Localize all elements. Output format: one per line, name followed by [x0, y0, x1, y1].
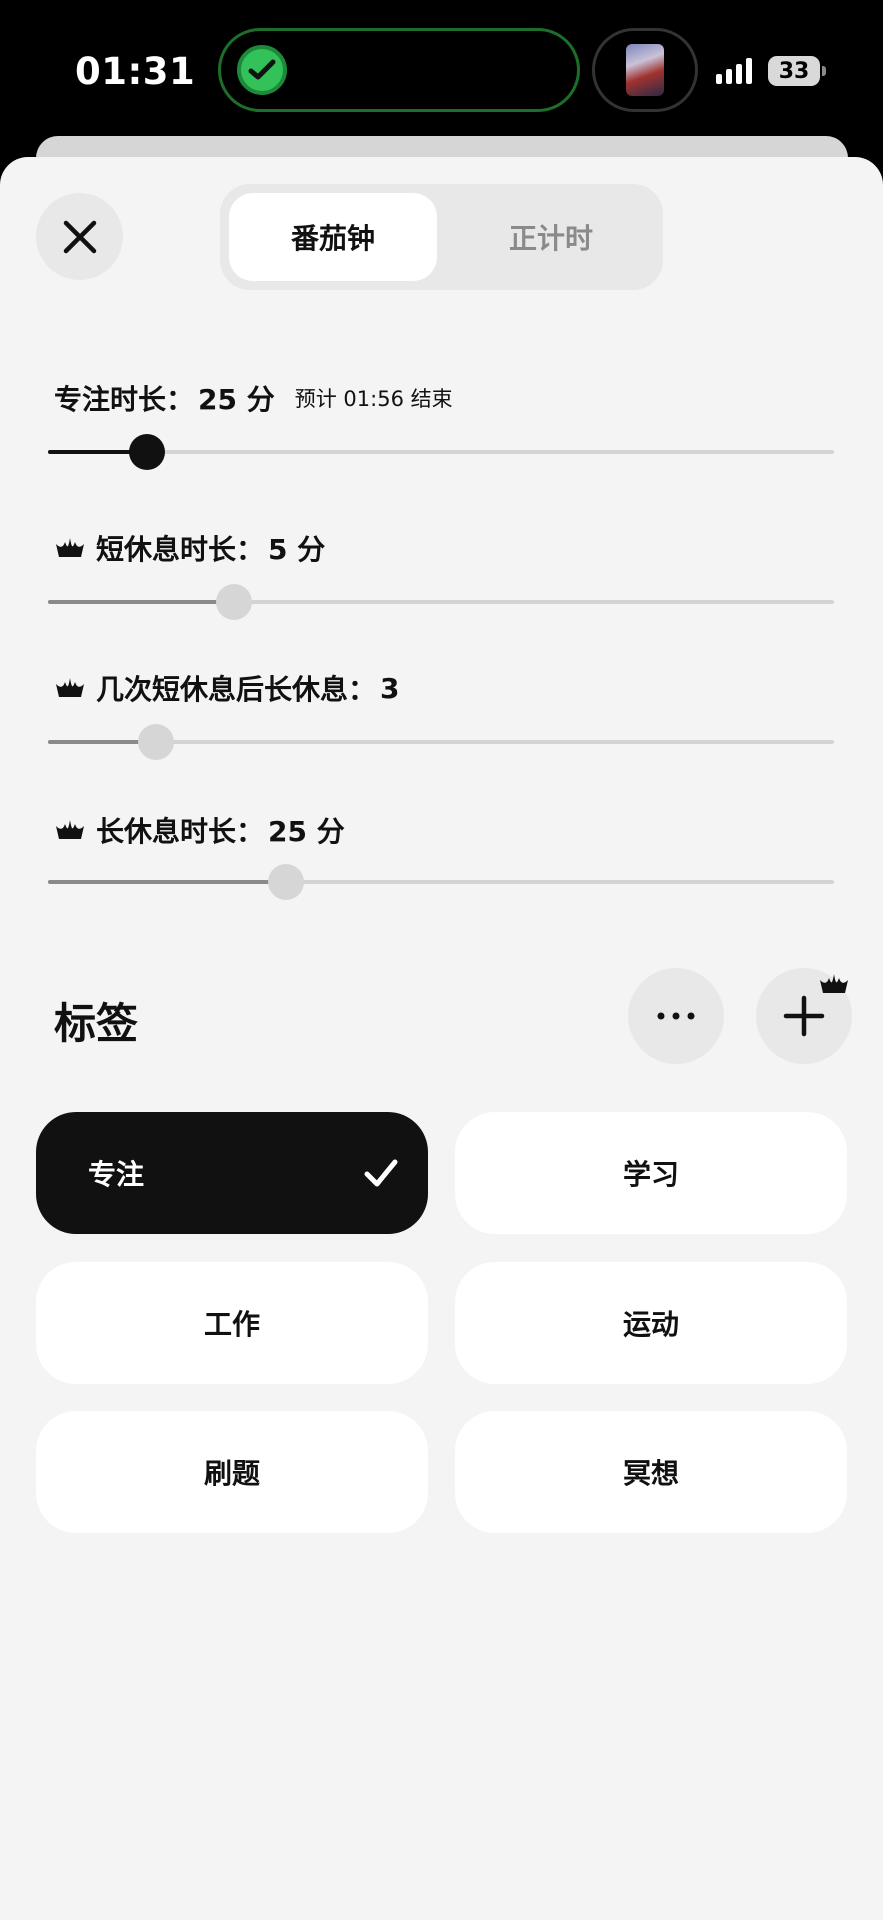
rounds-label: 几次短休息后长休息： 3 — [54, 668, 400, 708]
more-options-button[interactable] — [628, 968, 724, 1064]
focus-duration-label: 专注时长： 25 分 预计 01:56 结束 — [54, 378, 453, 418]
cellular-signal-icon — [716, 58, 752, 84]
long-break-label: 长休息时长： 25 分 — [54, 810, 345, 850]
album-art — [626, 44, 664, 96]
long-break-slider-thumb[interactable] — [268, 864, 304, 900]
focus-slider-thumb[interactable] — [129, 434, 165, 470]
short-break-label-text: 短休息时长： — [96, 533, 265, 566]
long-break-label-text: 长休息时长： — [96, 815, 265, 848]
rounds-value: 3 — [380, 671, 400, 705]
tag-focus[interactable]: 专注 — [36, 1112, 428, 1234]
focus-duration-slider[interactable] — [48, 450, 834, 454]
tag-meditation[interactable]: 冥想 — [455, 1411, 847, 1533]
short-break-slider[interactable] — [48, 600, 834, 604]
tags-heading: 标签 — [54, 999, 139, 1048]
short-break-slider-fill — [48, 600, 234, 604]
tab-stopwatch[interactable]: 正计时 — [447, 193, 655, 281]
premium-crown-icon — [820, 974, 848, 993]
plus-icon — [783, 995, 825, 1037]
short-break-slider-thumb[interactable] — [216, 584, 252, 620]
crown-icon — [56, 678, 84, 697]
status-time: 01:31 — [75, 50, 196, 93]
more-icon — [657, 1012, 695, 1020]
now-playing-island[interactable] — [592, 28, 698, 112]
tag-exercise[interactable]: 运动 — [455, 1262, 847, 1384]
crown-icon — [56, 538, 84, 557]
dynamic-island[interactable] — [218, 28, 580, 112]
tag-work[interactable]: 工作 — [36, 1262, 428, 1384]
activity-check-icon — [237, 45, 287, 95]
close-button[interactable] — [36, 193, 123, 280]
focus-label-text: 专注时长： — [54, 383, 195, 416]
long-break-value: 25 分 — [268, 815, 345, 848]
tag-study[interactable]: 学习 — [455, 1112, 847, 1234]
battery-icon: 33 — [768, 56, 820, 86]
rounds-slider-thumb[interactable] — [138, 724, 174, 760]
checkmark-icon — [364, 1159, 398, 1187]
mode-segmented-control: 番茄钟 正计时 — [220, 184, 663, 290]
focus-value: 25 分 — [198, 383, 275, 416]
long-break-slider[interactable] — [48, 880, 834, 884]
tag-practice[interactable]: 刷题 — [36, 1411, 428, 1533]
long-break-slider-fill — [48, 880, 286, 884]
focus-end-estimate: 预计 01:56 结束 — [294, 387, 453, 411]
close-icon — [63, 220, 96, 253]
rounds-label-text: 几次短休息后长休息： — [96, 673, 377, 706]
crown-icon — [56, 820, 84, 839]
tag-label: 专注 — [88, 1158, 145, 1191]
short-break-label: 短休息时长： 5 分 — [54, 528, 325, 568]
short-break-value: 5 分 — [268, 533, 326, 566]
battery-tip — [822, 66, 826, 76]
tab-pomodoro[interactable]: 番茄钟 — [229, 193, 437, 281]
